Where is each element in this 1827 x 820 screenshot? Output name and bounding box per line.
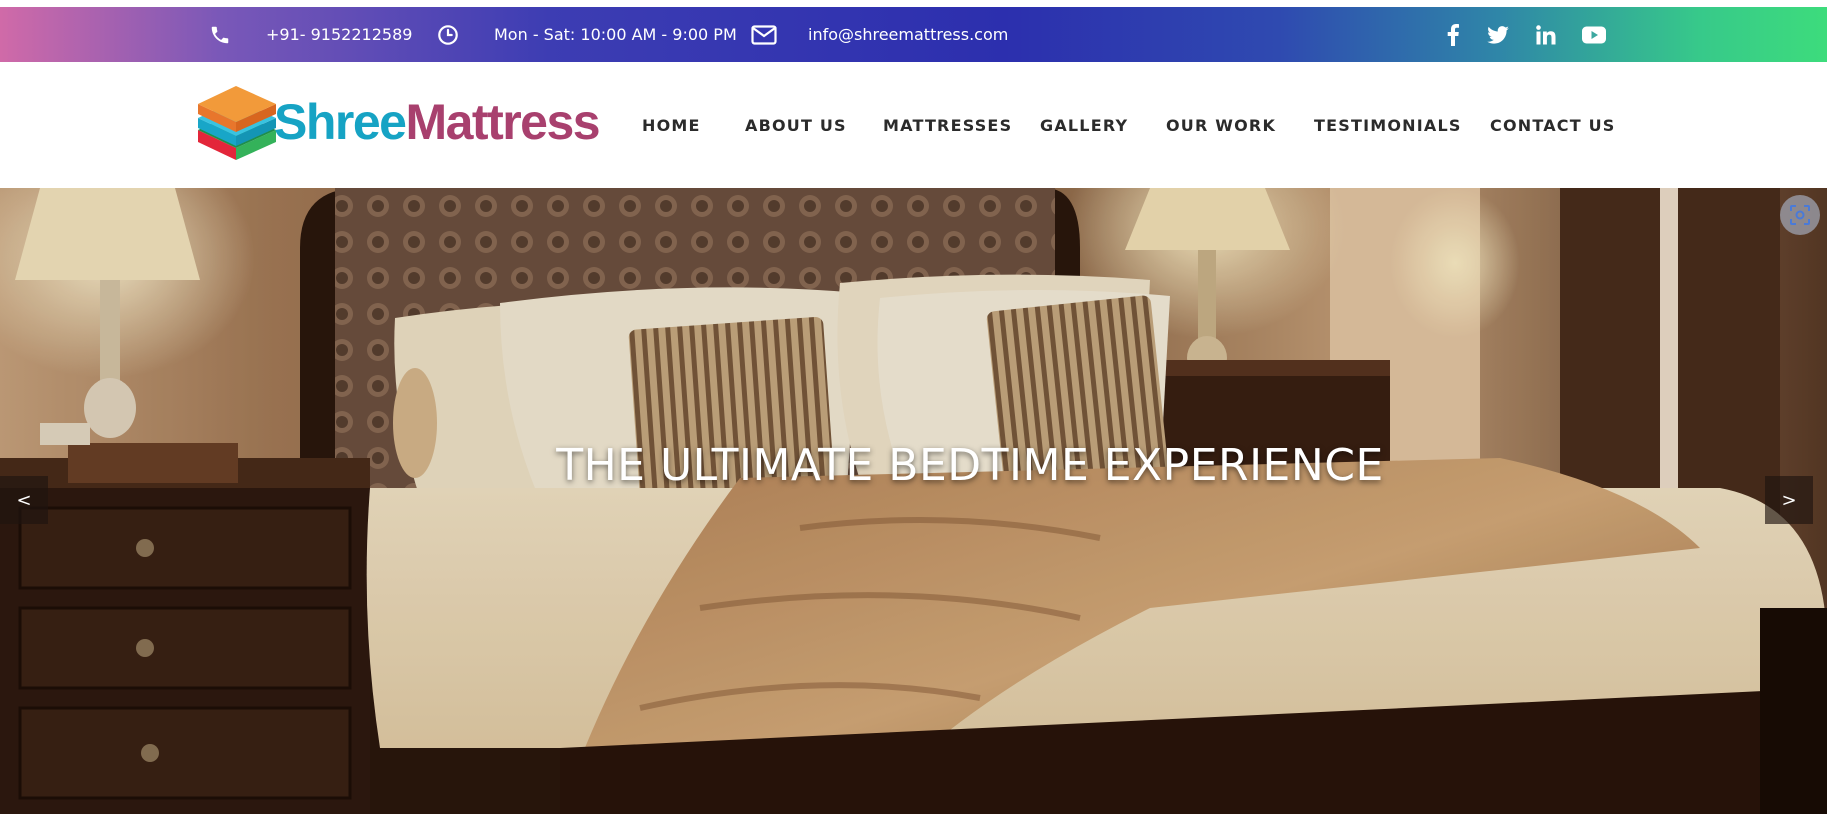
nav-testimonials[interactable]: TESTIMONIALS [1314,62,1462,188]
facebook-icon[interactable] [1440,7,1466,62]
twitter-icon[interactable] [1485,7,1511,62]
top-spacer [0,0,1827,7]
nav-mattresses[interactable]: MATTRESSES [883,62,1012,188]
email-link[interactable]: info@shreemattress.com [808,7,1008,62]
business-hours-text: Mon - Sat: 10:00 AM - 9:00 PM [494,25,737,44]
site-logo[interactable]: ShreeMattress [196,80,601,164]
phone-number-link[interactable]: +91- 9152212589 [266,7,412,62]
linkedin-icon[interactable] [1533,7,1559,62]
bottom-spacer [0,814,1827,820]
hero-slider: THE ULTIMATE BEDTIME EXPERIENCE < > [0,188,1827,814]
logo-mark-icon [198,86,276,160]
nav-about-us[interactable]: ABOUT US [745,62,847,188]
site-header: ShreeMattress HOME ABOUT US MATTRESSES G… [0,62,1827,188]
logo-text-mattress: Mattress [405,94,600,150]
slider-prev-label: < [16,489,32,511]
mail-icon [750,7,778,62]
logo-text: ShreeMattress [274,94,601,150]
nav-gallery[interactable]: GALLERY [1040,62,1128,188]
youtube-icon[interactable] [1581,7,1607,62]
business-hours: Mon - Sat: 10:00 AM - 9:00 PM [494,7,737,62]
slider-next-label: > [1781,489,1797,511]
visual-search-icon[interactable] [1780,195,1820,235]
nav-contact-us[interactable]: CONTACT US [1490,62,1616,188]
email-address: info@shreemattress.com [808,25,1009,44]
slider-next-button[interactable]: > [1765,476,1813,524]
hero-title: THE ULTIMATE BEDTIME EXPERIENCE [556,440,1384,491]
logo-text-shree: Shree [274,94,407,150]
hero-bedroom-image [0,188,1827,814]
top-contact-bar: +91- 9152212589 Mon - Sat: 10:00 AM - 9:… [0,7,1827,62]
phone-number: +91- 9152212589 [266,25,413,44]
clock-icon [436,7,460,62]
nav-our-work[interactable]: OUR WORK [1166,62,1276,188]
slider-prev-button[interactable]: < [0,476,48,524]
phone-icon [208,7,232,62]
nav-home[interactable]: HOME [642,62,701,188]
